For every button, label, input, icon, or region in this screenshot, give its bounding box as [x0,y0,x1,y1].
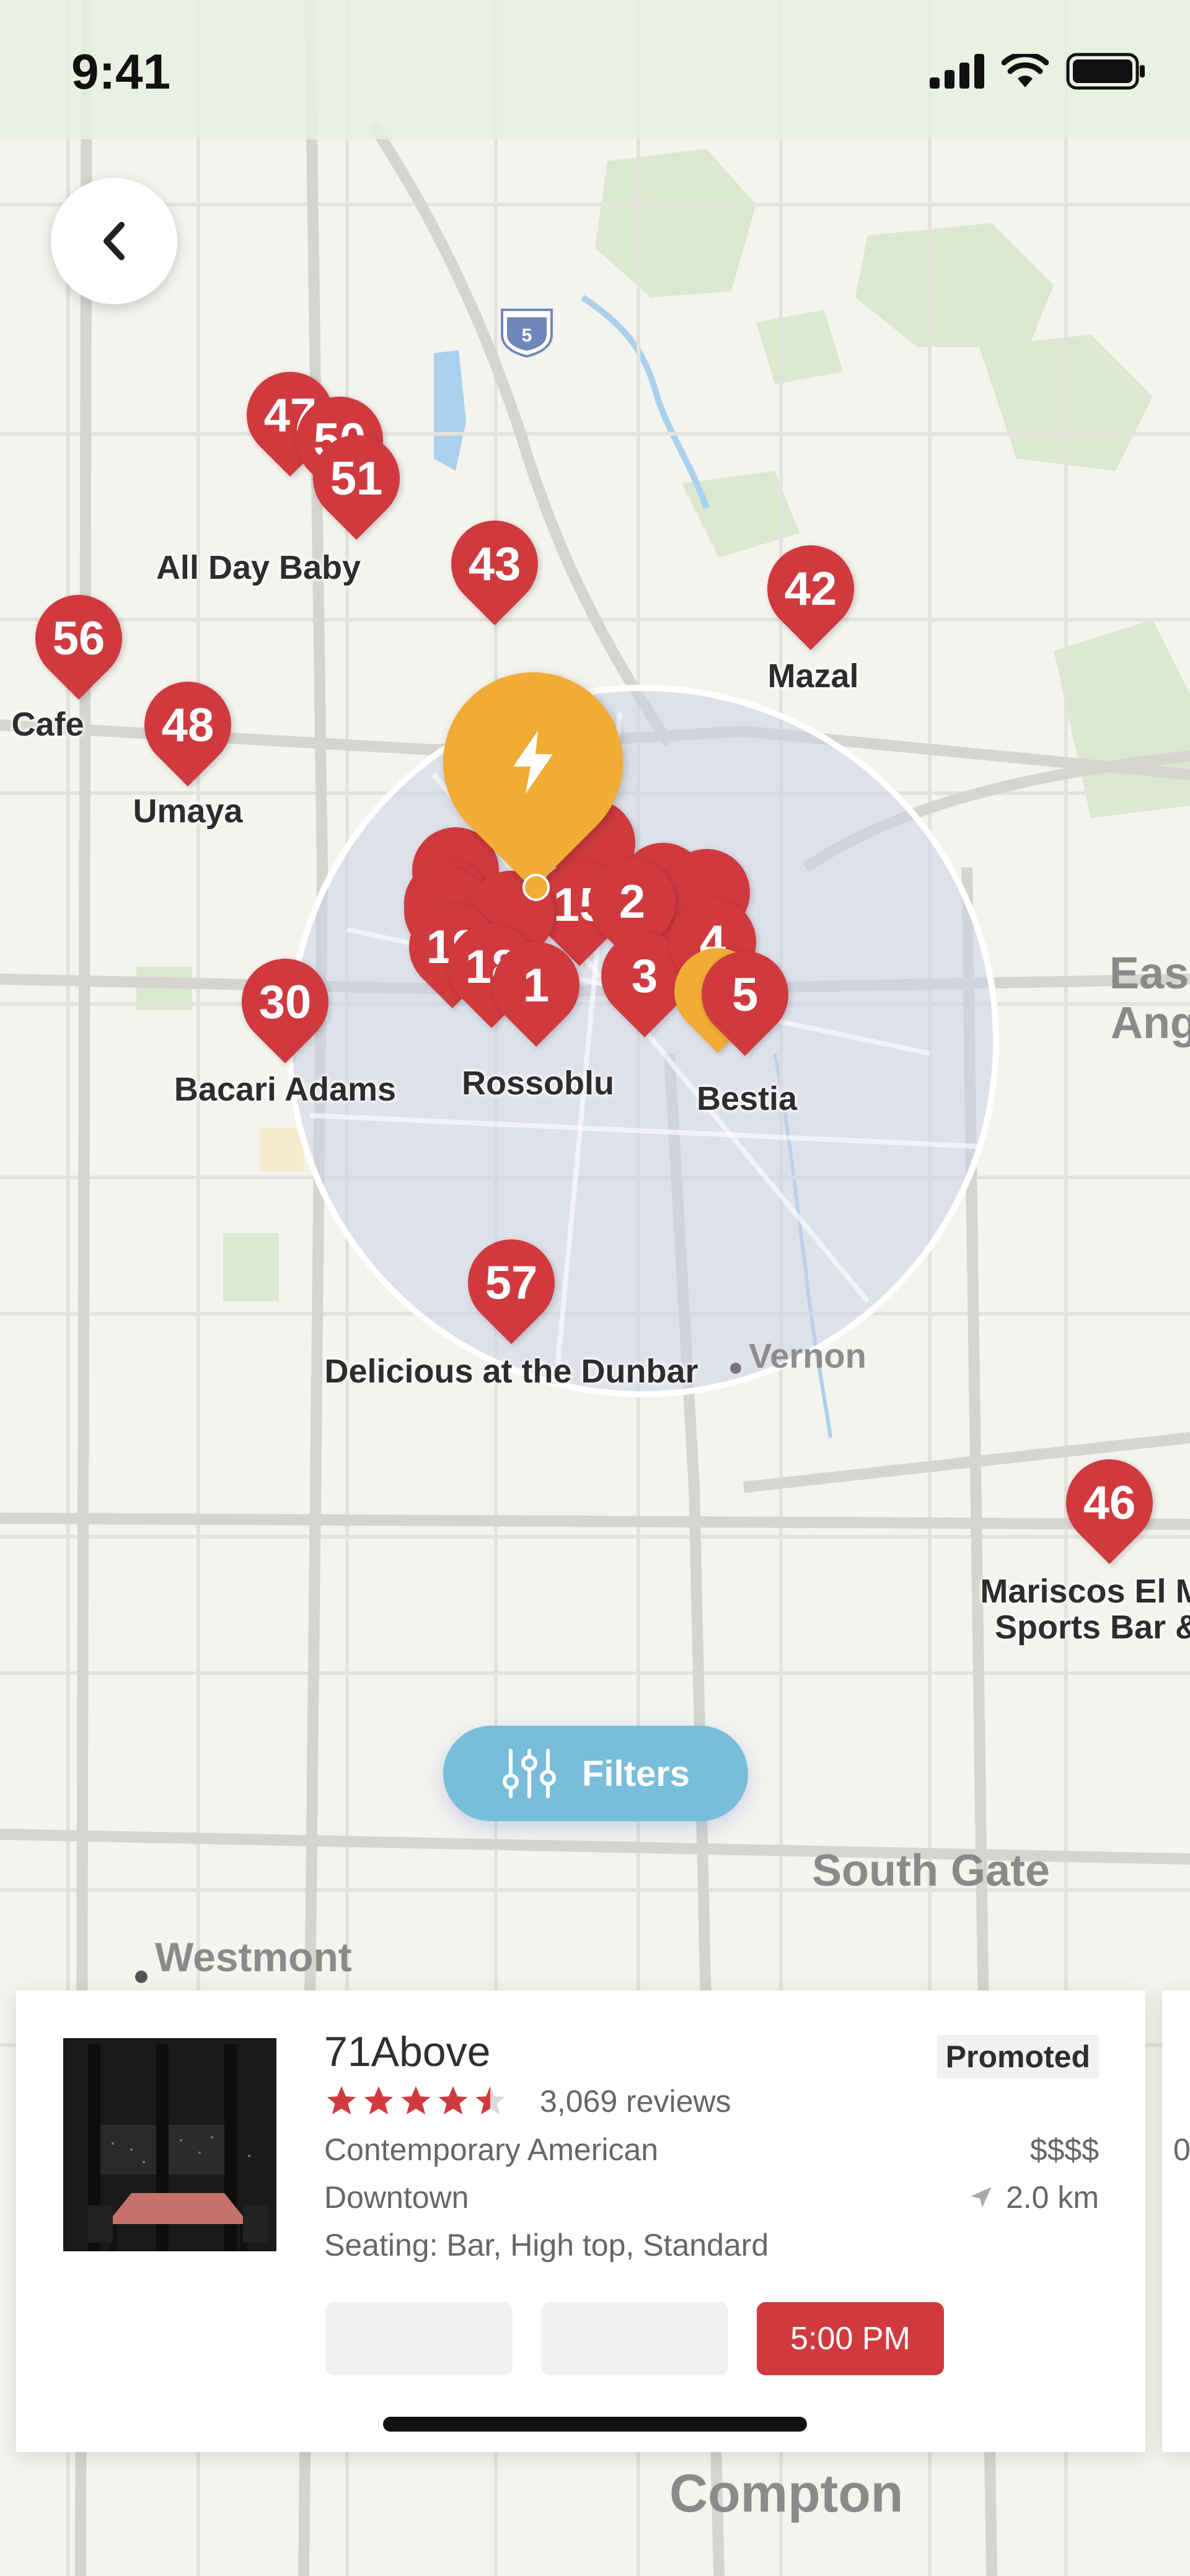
map-pin-5[interactable]: 5 [684,933,806,1057]
restaurant-label-mariscos[interactable]: Mariscos El Maz [980,1572,1190,1611]
area-label-vernon: Vernon [749,1336,866,1375]
pin-label: 1 [522,959,550,1012]
restaurant-label-cafe[interactable]: Cafe [11,705,84,744]
pin-label: 56 [52,612,105,665]
restaurant-label-sports-bar[interactable]: Sports Bar & [995,1608,1190,1646]
pin-label: 46 [1083,1476,1136,1529]
location-arrow-icon [971,2187,992,2208]
star-icon [401,2086,431,2115]
map-pin-57[interactable]: 57 [450,1221,573,1345]
next-card-price-fragment: 0 [1173,2132,1190,2167]
time-slot-1[interactable] [325,2302,513,2375]
cellular-signal-icon [930,54,984,89]
map-pin-43[interactable]: 43 [433,503,556,626]
area-label-east: Eas [1109,949,1189,998]
next-restaurant-card[interactable]: 0 [1162,1990,1190,2452]
star-icon [364,2086,394,2115]
location-dot [522,874,550,901]
sliders-icon [502,1749,556,1798]
restaurant-photo [63,2038,276,2251]
filters-label: Filters [581,1753,690,1794]
pin-label: 48 [161,698,214,752]
wifi-icon [1002,54,1049,89]
pin-label: 57 [485,1256,538,1309]
map-pin-42[interactable]: 42 [749,527,872,651]
highway-shield-label: 5 [522,325,532,346]
area-label-compton: Compton [669,2464,904,2523]
area-label-westmont: Westmont [155,1934,352,1980]
neighborhood: Downtown [324,2180,469,2215]
map-pin-51[interactable]: 51 [295,417,418,540]
highway-5-shield: 5 [501,309,553,358]
pin-label: 51 [330,452,383,505]
pin-label: 30 [258,975,312,1029]
filters-button[interactable]: Filters [443,1726,748,1821]
time-slot-2[interactable] [541,2302,728,2375]
search-radius-circle [286,685,999,1397]
area-label-south-gate: South Gate [812,1846,1051,1896]
status-bar: 9:41 [0,0,1190,139]
restaurant-label-rossoblu[interactable]: Rossoblu [462,1064,614,1102]
distance-value: 2.0 km [1005,2180,1099,2215]
map-pin-56[interactable]: 56 [17,577,140,700]
star-rating [324,2083,508,2118]
restaurant-name: 71Above [324,2028,491,2075]
star-icon [327,2086,356,2115]
star-icon [438,2086,468,2115]
map-pin-30[interactable]: 30 [224,941,346,1064]
distance: 2.0 km [967,2179,1099,2215]
review-count: 3,069 reviews [540,2084,731,2119]
star-half-icon [475,2086,505,2115]
chevron-left-icon [104,222,125,260]
restaurant-label-mazal[interactable]: Mazal [767,657,858,695]
restaurant-label-all-day-baby[interactable]: All Day Baby [156,548,361,587]
price-level: $$$$ [1029,2132,1099,2167]
restaurant-label-bestia[interactable]: Bestia [697,1079,797,1118]
seating-options: Seating: Bar, High top, Standard [324,2228,769,2262]
restaurant-card[interactable]: 71Above Promoted 3,069 reviews Contempor… [16,1990,1145,2452]
app-screen: 5 Eas Ang Vernon South Gate Westmont Com… [0,0,1190,2576]
promoted-badge: Promoted [937,2035,1099,2078]
area-label-angeles: Ang [1111,998,1190,1048]
restaurant-label-bacari-adams[interactable]: Bacari Adams [174,1070,396,1109]
back-button[interactable] [51,178,177,304]
map-pin-48[interactable]: 48 [126,664,249,787]
status-time: 9:41 [71,44,171,99]
map-pin-1[interactable]: 1 [475,924,597,1047]
restaurant-label-delicious-dunbar[interactable]: Delicious at the Dunbar [324,1352,698,1391]
restaurant-label-umaya[interactable]: Umaya [133,792,242,830]
map-pin-46[interactable]: 46 [1048,1441,1171,1565]
lightning-bolt-icon [443,672,623,852]
pin-label: 42 [784,562,837,615]
pin-label: 43 [468,537,521,591]
battery-icon [1066,53,1147,90]
cuisine: Contemporary American [324,2132,659,2167]
featured-flash-pin[interactable] [405,635,661,901]
pin-label: 5 [731,968,759,1021]
time-slot-5pm[interactable]: 5:00 PM [757,2302,944,2375]
home-indicator[interactable] [383,2417,807,2432]
